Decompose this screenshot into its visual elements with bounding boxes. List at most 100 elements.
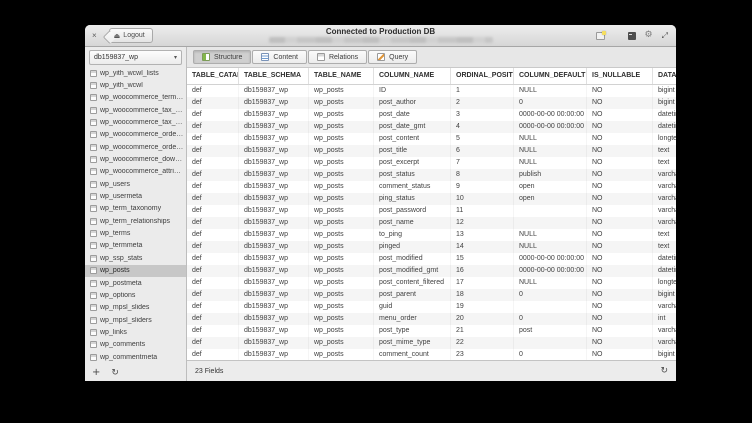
sidebar-item-wp_term_relationships[interactable]: wp_term_relationships: [85, 215, 186, 227]
cell: wp_posts: [309, 157, 374, 169]
table-row[interactable]: defdb159837_wpwp_postspinged14NULLNOtext: [187, 241, 676, 253]
table-row[interactable]: defdb159837_wpwp_postspost_type21postNOv…: [187, 325, 676, 337]
table-row[interactable]: defdb159837_wpwp_postscomment_count230NO…: [187, 349, 676, 360]
cell: db159837_wp: [239, 301, 309, 313]
settings-gear-icon[interactable]: ⚙: [645, 31, 653, 40]
logout-button[interactable]: ⏏ Logout: [109, 28, 153, 43]
cell: def: [187, 313, 239, 325]
cell: db159837_wp: [239, 145, 309, 157]
sidebar-item-wp_term_taxonomy[interactable]: wp_term_taxonomy: [85, 203, 186, 215]
cell: 20: [451, 313, 514, 325]
table-row[interactable]: defdb159837_wpwp_postspost_modified15000…: [187, 253, 676, 265]
cell: NULL: [514, 241, 587, 253]
table-icon: [90, 119, 97, 126]
cell: wp_posts: [309, 349, 374, 360]
table-row[interactable]: defdb159837_wpwp_postspost_date30000-00-…: [187, 109, 676, 121]
add-connection-icon[interactable]: +: [92, 368, 100, 378]
new-connection-icon[interactable]: [596, 32, 605, 40]
cell: def: [187, 289, 239, 301]
table-icon: [90, 341, 97, 348]
sidebar-item-wp_mpsl_slides[interactable]: wp_mpsl_slides: [85, 302, 186, 314]
sidebar-item-wp_posts[interactable]: wp_posts: [85, 265, 186, 277]
table-row[interactable]: defdb159837_wpwp_postspost_author20NObig…: [187, 97, 676, 109]
table-row[interactable]: defdb159837_wpwp_postspost_excerpt7NULLN…: [187, 157, 676, 169]
tab-relations[interactable]: Relations: [308, 50, 367, 64]
sidebar-item-wp_ssp_stats[interactable]: wp_ssp_stats: [85, 252, 186, 264]
cell: def: [187, 229, 239, 241]
table-row[interactable]: defdb159837_wpwp_postspost_content5NULLN…: [187, 133, 676, 145]
cell: post_parent: [374, 289, 451, 301]
sidebar-item-wp_woocommerce_downloadable_product_permissions[interactable]: wp_woocommerce_downloadable_product_perm…: [85, 153, 186, 165]
sidebar-item-wp_terms[interactable]: wp_terms: [85, 227, 186, 239]
table-row[interactable]: defdb159837_wpwp_postsID1NULLNObigint: [187, 85, 676, 97]
table-row[interactable]: defdb159837_wpwp_postspost_title6NULLNOt…: [187, 145, 676, 157]
sidebar-item-wp_woocommerce_tax_rates[interactable]: wp_woocommerce_tax_rates: [85, 116, 186, 128]
column-header-column_name[interactable]: COLUMN_NAME: [374, 68, 451, 84]
query-icon: [377, 53, 385, 61]
cell: 17: [451, 277, 514, 289]
sidebar-item-label: wp_commentmeta: [100, 354, 186, 361]
cell: open: [514, 193, 587, 205]
sidebar-item-wp_yith_wcwl[interactable]: wp_yith_wcwl: [85, 79, 186, 91]
sidebar-item-wp_usermeta[interactable]: wp_usermeta: [85, 190, 186, 202]
column-header-ordinal_position[interactable]: ORDINAL_POSITION: [451, 68, 514, 84]
refresh-results-icon[interactable]: ↻: [660, 367, 668, 376]
fullscreen-icon[interactable]: ⤢: [662, 32, 668, 40]
cell: 0000-00-00 00:00:00: [514, 121, 587, 133]
cell: def: [187, 109, 239, 121]
sidebar-item-label: wp_options: [100, 292, 186, 299]
table-row[interactable]: defdb159837_wpwp_postspost_date_gmt40000…: [187, 121, 676, 133]
cell: post_date_gmt: [374, 121, 451, 133]
tab-content[interactable]: Content: [252, 50, 307, 64]
column-header-table_schema[interactable]: TABLE_SCHEMA: [239, 68, 309, 84]
grid-body: defdb159837_wpwp_postsID1NULLNObigintdef…: [187, 85, 676, 360]
tab-structure[interactable]: Structure: [193, 50, 251, 64]
table-row[interactable]: defdb159837_wpwp_postspost_parent180NObi…: [187, 289, 676, 301]
column-header-data_type[interactable]: DATA_TYPE: [653, 68, 676, 84]
cell: 0000-00-00 00:00:00: [514, 253, 587, 265]
sidebar-item-wp_links[interactable]: wp_links: [85, 326, 186, 338]
cell: def: [187, 181, 239, 193]
column-header-table_catalog[interactable]: TABLE_CATALOG: [187, 68, 239, 84]
table-row[interactable]: defdb159837_wpwp_poststo_ping13NULLNOtex…: [187, 229, 676, 241]
sidebar-item-wp_woocommerce_order_itemmeta[interactable]: wp_woocommerce_order_itemmeta: [85, 141, 186, 153]
table-row[interactable]: defdb159837_wpwp_postscomment_status9ope…: [187, 181, 676, 193]
sidebar-item-wp_woocommerce_tax_rate_locations[interactable]: wp_woocommerce_tax_rate_locations: [85, 104, 186, 116]
table-row[interactable]: defdb159837_wpwp_postspost_modified_gmt1…: [187, 265, 676, 277]
sidebar-item-wp_yith_wcwl_lists[interactable]: wp_yith_wcwl_lists: [85, 67, 186, 79]
sidebar-item-wp_termmeta[interactable]: wp_termmeta: [85, 240, 186, 252]
column-header-is_nullable[interactable]: IS_NULLABLE: [587, 68, 653, 84]
sidebar-item-wp_woocommerce_order_items[interactable]: wp_woocommerce_order_items: [85, 129, 186, 141]
sidebar-item-wp_mpsl_sliders[interactable]: wp_mpsl_sliders: [85, 314, 186, 326]
logout-button-label: Logout: [123, 32, 144, 39]
table-row[interactable]: defdb159837_wpwp_postsmenu_order200NOint: [187, 313, 676, 325]
column-header-column_default[interactable]: COLUMN_DEFAULT: [514, 68, 587, 84]
sidebar-item-wp_woocommerce_attribute_taxonomies[interactable]: wp_woocommerce_attribute_taxonomies: [85, 166, 186, 178]
sidebar-item-wp_commentmeta[interactable]: wp_commentmeta: [85, 351, 186, 363]
sidebar-item-wp_comments[interactable]: wp_comments: [85, 339, 186, 351]
cell: db159837_wp: [239, 325, 309, 337]
table-row[interactable]: defdb159837_wpwp_postsping_status10openN…: [187, 193, 676, 205]
table-row[interactable]: defdb159837_wpwp_postspost_status8publis…: [187, 169, 676, 181]
database-selector[interactable]: db159837_wp ▾: [89, 50, 182, 65]
sidebar-item-wp_options[interactable]: wp_options: [85, 289, 186, 301]
reload-tables-icon[interactable]: ↻: [111, 369, 119, 378]
sidebar-item-wp_woocommerce_termmeta[interactable]: wp_woocommerce_termmeta: [85, 92, 186, 104]
column-header-table_name[interactable]: TABLE_NAME: [309, 68, 374, 84]
table-row[interactable]: defdb159837_wpwp_postspost_content_filte…: [187, 277, 676, 289]
cell: [514, 217, 587, 229]
terminal-icon[interactable]: [628, 32, 636, 40]
sidebar-item-wp_postmeta[interactable]: wp_postmeta: [85, 277, 186, 289]
cell: NULL: [514, 157, 587, 169]
close-window-icon[interactable]: ×: [92, 32, 97, 40]
cell: wp_posts: [309, 145, 374, 157]
cell: db159837_wp: [239, 313, 309, 325]
table-row[interactable]: defdb159837_wpwp_postsguid19NOvarchar: [187, 301, 676, 313]
cell: def: [187, 169, 239, 181]
table-row[interactable]: defdb159837_wpwp_postspost_name12NOvarch…: [187, 217, 676, 229]
sidebar-item-wp_users[interactable]: wp_users: [85, 178, 186, 190]
tab-query[interactable]: Query: [368, 50, 417, 64]
cell: varchar: [653, 217, 676, 229]
table-row[interactable]: defdb159837_wpwp_postspost_password11NOv…: [187, 205, 676, 217]
table-row[interactable]: defdb159837_wpwp_postspost_mime_type22NO…: [187, 337, 676, 349]
